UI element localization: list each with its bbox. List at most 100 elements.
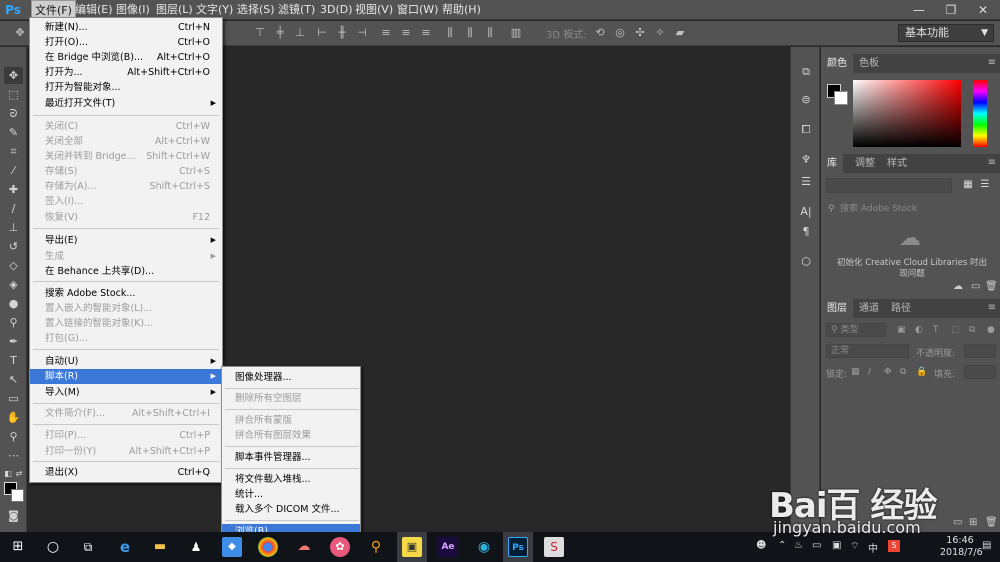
hue-slider[interactable] bbox=[973, 80, 987, 147]
clone-stamp-tool-icon[interactable]: ⊥ bbox=[4, 219, 23, 236]
workspace-select[interactable]: 基本功能 ▼ bbox=[898, 24, 994, 42]
character-panel-icon[interactable]: A| bbox=[798, 204, 814, 220]
battery-icon[interactable]: ▭ bbox=[812, 540, 821, 551]
distribute-top-icon[interactable]: ≡ bbox=[378, 25, 394, 41]
menu-help[interactable]: 帮助(H) bbox=[439, 0, 484, 20]
3d-pan-icon[interactable]: ✣ bbox=[632, 25, 648, 41]
chrome-icon[interactable] bbox=[258, 537, 278, 557]
distribute-bottom-icon[interactable]: ≡ bbox=[418, 25, 434, 41]
lasso-tool-icon[interactable]: ᘐ bbox=[4, 105, 23, 122]
3d-roll-icon[interactable]: ◎ bbox=[612, 25, 628, 41]
align-top-icon[interactable]: ⊤ bbox=[252, 25, 268, 41]
menu-3d[interactable]: 3D(D) bbox=[317, 0, 356, 20]
filter-smart-object-icon[interactable]: ⧉ bbox=[969, 325, 975, 335]
properties-panel-icon[interactable]: ⊜ bbox=[798, 92, 814, 108]
menu-item-load-files-into-stack[interactable]: 将文件载入堆栈... bbox=[222, 472, 360, 487]
brush-presets-panel-icon[interactable]: ☰ bbox=[798, 174, 814, 190]
filter-pixel-icon[interactable]: ▣ bbox=[897, 325, 906, 335]
library-add-icon[interactable]: ▭ bbox=[971, 281, 980, 292]
panel-menu-icon[interactable]: ≡ bbox=[988, 302, 996, 313]
lock-image-icon[interactable]: ∕ bbox=[868, 367, 871, 377]
tab-libraries[interactable]: 库 bbox=[821, 154, 843, 173]
ime-indicator[interactable]: 中 bbox=[868, 540, 878, 555]
align-left-icon[interactable]: ⊢ bbox=[314, 25, 330, 41]
app-globe-icon[interactable]: ◉ bbox=[474, 537, 494, 557]
marquee-tool-icon[interactable]: ⬚ bbox=[4, 86, 23, 103]
tray-chevron-icon[interactable]: ⌃ bbox=[778, 540, 786, 551]
background-color-swatch[interactable] bbox=[11, 489, 24, 502]
path-select-tool-icon[interactable]: ↖ bbox=[4, 371, 23, 388]
file-explorer-icon[interactable]: ▬ bbox=[150, 537, 170, 557]
brush-tool-icon[interactable]: ∕ bbox=[4, 200, 23, 217]
minimize-button[interactable]: — bbox=[903, 0, 935, 20]
new-layer-icon[interactable]: ⊞ bbox=[969, 517, 977, 528]
tab-channels[interactable]: 通道 bbox=[853, 299, 885, 318]
menu-item-scripts[interactable]: 脚本(R) ▶ bbox=[30, 369, 222, 384]
history-panel-icon[interactable]: ⧉ bbox=[798, 64, 814, 80]
menu-item-load-dicom[interactable]: 载入多个 DICOM 文件... bbox=[222, 502, 360, 517]
hand-tool-icon[interactable]: ✋ bbox=[4, 409, 23, 426]
tab-swatches[interactable]: 色板 bbox=[853, 54, 885, 73]
tab-paths[interactable]: 路径 bbox=[885, 299, 917, 318]
menu-item-import[interactable]: 导入(M) ▶ bbox=[30, 385, 222, 400]
3d-panel-icon[interactable]: ⬡ bbox=[798, 254, 814, 270]
panel-menu-icon[interactable]: ≡ bbox=[988, 57, 996, 68]
default-colors-icon[interactable]: ◧ bbox=[3, 465, 13, 482]
people-icon[interactable]: ☻ bbox=[756, 540, 766, 551]
task-view-icon[interactable]: ⧉ bbox=[78, 537, 98, 557]
blend-mode-select[interactable]: 正常 bbox=[826, 344, 909, 358]
filter-type-icon[interactable]: T bbox=[933, 325, 939, 335]
eyedropper-tool-icon[interactable]: ⁄ bbox=[4, 162, 23, 179]
healing-brush-tool-icon[interactable]: ✚ bbox=[4, 181, 23, 198]
dodge-tool-icon[interactable]: ⚲ bbox=[4, 314, 23, 331]
menu-item-image-processor[interactable]: 图像处理器... bbox=[222, 370, 360, 385]
layer-kind-filter[interactable]: ⚲ 类型 bbox=[826, 323, 886, 337]
monitor-icon[interactable]: ▣ bbox=[832, 540, 841, 551]
align-right-icon[interactable]: ⊣ bbox=[354, 25, 370, 41]
distribute-vcenter-icon[interactable]: ≡ bbox=[398, 25, 414, 41]
menu-item-browse-in-bridge[interactable]: 在 Bridge 中浏览(B)... Alt+Ctrl+O bbox=[30, 50, 222, 65]
menu-item-share-behance[interactable]: 在 Behance 上共享(D)... bbox=[30, 264, 222, 279]
after-effects-icon[interactable]: Ae bbox=[438, 537, 458, 557]
paint-bucket-tool-icon[interactable]: ◈ bbox=[4, 276, 23, 293]
3d-orbit-icon[interactable]: ⟲ bbox=[592, 25, 608, 41]
3d-scale-icon[interactable]: ▰ bbox=[672, 25, 688, 41]
library-select[interactable] bbox=[826, 178, 952, 193]
crop-tool-icon[interactable]: ⌗ bbox=[4, 143, 23, 160]
align-hcenter-icon[interactable]: ╫ bbox=[334, 25, 350, 41]
close-button[interactable]: ✕ bbox=[967, 0, 999, 20]
menu-item-search-adobe-stock[interactable]: 搜索 Adobe Stock... bbox=[30, 286, 222, 301]
move-tool-icon[interactable]: ✥ bbox=[12, 25, 28, 41]
type-tool-icon[interactable]: T bbox=[4, 352, 23, 369]
filter-toggle-icon[interactable]: ● bbox=[987, 325, 995, 335]
delete-layer-icon[interactable]: 🗑 bbox=[985, 517, 998, 528]
menu-item-open[interactable]: 打开(O)... Ctrl+O bbox=[30, 35, 222, 50]
menu-item-open-as[interactable]: 打开为... Alt+Shift+Ctrl+O bbox=[30, 65, 222, 80]
brush-panel-icon[interactable]: ♆ bbox=[798, 152, 814, 168]
edge-browser-icon[interactable]: e bbox=[115, 537, 135, 557]
menu-item-script-events-manager[interactable]: 脚本事件管理器... bbox=[222, 450, 360, 465]
grid-view-icon[interactable]: ▦ bbox=[961, 178, 975, 192]
3d-slide-icon[interactable]: ✧ bbox=[652, 25, 668, 41]
menu-item-exit[interactable]: 退出(X) Ctrl+Q bbox=[30, 465, 222, 480]
menu-item-export[interactable]: 导出(E) ▶ bbox=[30, 233, 222, 248]
windows-start-icon[interactable]: ⊞ bbox=[8, 537, 28, 557]
more-tools-icon[interactable]: ⋯ bbox=[4, 447, 23, 464]
menu-item-open-as-smart-object[interactable]: 打开为智能对象... bbox=[30, 80, 222, 95]
cortana-icon[interactable]: ○ bbox=[43, 537, 63, 557]
blur-tool-icon[interactable]: ● bbox=[4, 295, 23, 312]
photoshop-taskbar-icon[interactable]: Ps bbox=[508, 537, 528, 557]
color-panel-background-swatch[interactable] bbox=[834, 91, 848, 105]
opacity-field[interactable] bbox=[964, 344, 996, 358]
tray-app-icon[interactable]: ♨ bbox=[794, 540, 803, 551]
move-tool-icon[interactable]: ✥ bbox=[4, 67, 23, 84]
menu-item-statistics[interactable]: 统计... bbox=[222, 487, 360, 502]
menu-filter[interactable]: 滤镜(T) bbox=[275, 0, 318, 20]
quick-select-tool-icon[interactable]: ✎ bbox=[4, 124, 23, 141]
lock-position-icon[interactable]: ✥ bbox=[884, 367, 892, 377]
library-search-field[interactable]: ⚲ 搜索 Adobe Stock bbox=[826, 202, 996, 217]
zoom-tool-icon[interactable]: ⚲ bbox=[4, 428, 23, 445]
app-pink-icon[interactable]: ✿ bbox=[330, 537, 350, 557]
paragraph-panel-icon[interactable]: ¶ bbox=[798, 224, 814, 240]
quick-mask-icon[interactable]: ◙ bbox=[4, 507, 23, 524]
